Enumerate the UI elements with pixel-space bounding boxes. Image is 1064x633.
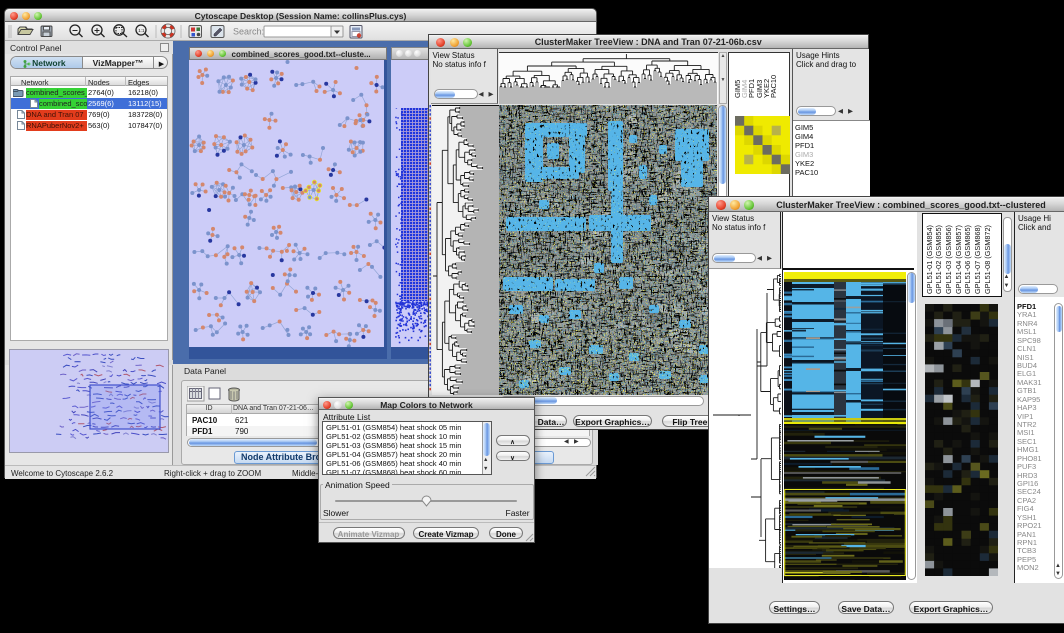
- svg-text:1:1: 1:1: [138, 28, 145, 33]
- svg-text:Search:: Search:: [233, 27, 264, 37]
